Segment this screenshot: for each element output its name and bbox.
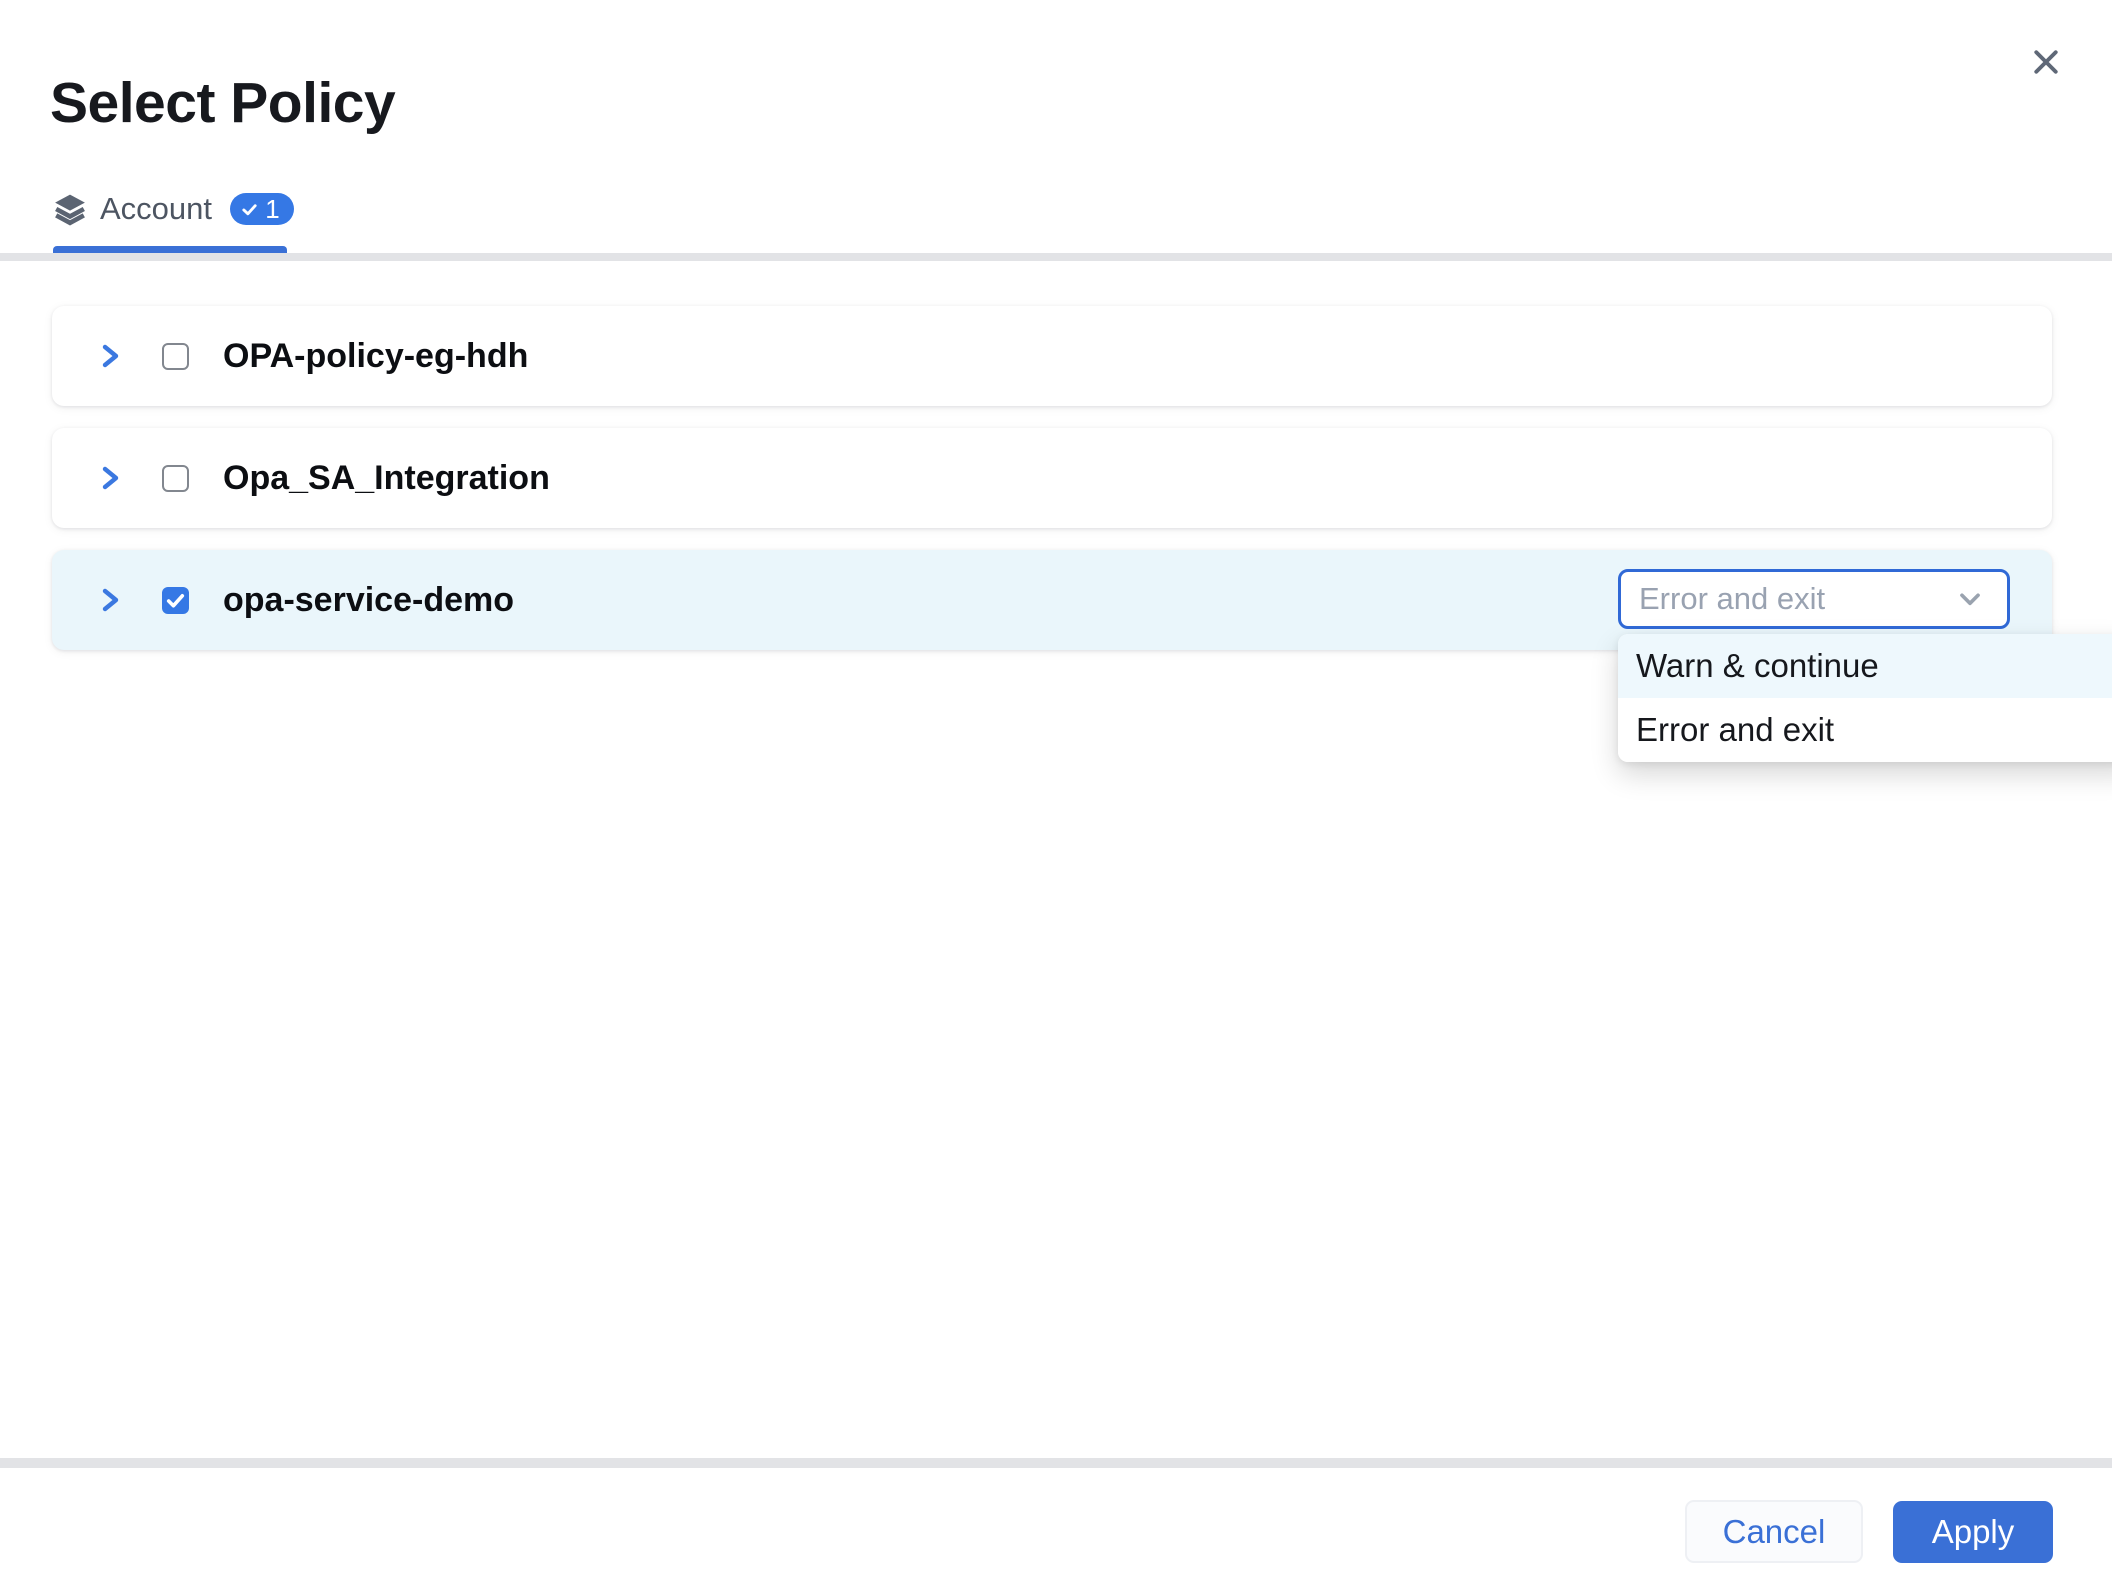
tab-account[interactable]: Account 1 (53, 188, 294, 230)
close-icon (2029, 45, 2063, 79)
chevron-right-icon[interactable] (96, 586, 124, 614)
apply-button[interactable]: Apply (1893, 1501, 2053, 1563)
severity-dropdown-menu: Warn & continue Error and exit (1618, 634, 2112, 762)
severity-select-value: Error and exit (1639, 581, 1955, 617)
chevron-right-icon[interactable] (96, 342, 124, 370)
selected-count-badge: 1 (230, 193, 294, 225)
tab-account-label: Account (100, 191, 212, 227)
policy-row-opa-sa-integration[interactable]: Opa_SA_Integration (52, 428, 2052, 528)
dropdown-option-warn-continue[interactable]: Warn & continue (1618, 634, 2112, 698)
footer-divider (0, 1458, 2112, 1468)
policy-name: opa-service-demo (223, 581, 514, 620)
tab-divider (0, 253, 2112, 261)
severity-select[interactable]: Error and exit (1618, 569, 2010, 629)
policy-name: OPA-policy-eg-hdh (223, 337, 528, 376)
check-icon (165, 590, 186, 611)
cancel-button[interactable]: Cancel (1685, 1500, 1863, 1563)
close-button[interactable] (2022, 38, 2070, 86)
check-icon (240, 200, 259, 219)
select-policy-modal: Select Policy Account 1 OPA-policy-eg-hd… (0, 0, 2112, 1580)
policy-row-opa-policy-eg-hdh[interactable]: OPA-policy-eg-hdh (52, 306, 2052, 406)
chevron-down-icon (1955, 584, 1985, 614)
policy-checkbox[interactable] (162, 343, 189, 370)
selected-count: 1 (265, 196, 279, 222)
policy-name: Opa_SA_Integration (223, 459, 550, 498)
modal-title: Select Policy (50, 70, 395, 136)
policy-checkbox-checked[interactable] (162, 587, 189, 614)
chevron-right-icon[interactable] (96, 464, 124, 492)
layers-icon (53, 192, 87, 226)
policy-checkbox[interactable] (162, 465, 189, 492)
dropdown-option-error-exit[interactable]: Error and exit (1618, 698, 2112, 762)
